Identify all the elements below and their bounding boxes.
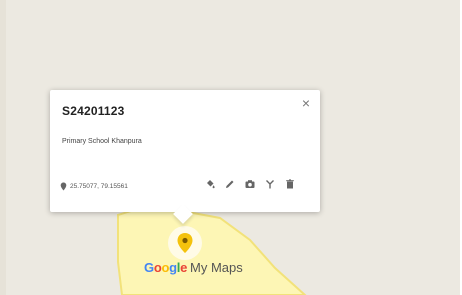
style-button[interactable] (203, 177, 217, 191)
popup-title: S24201123 (62, 104, 125, 118)
delete-button[interactable] (283, 177, 297, 191)
logo-letter: o (153, 260, 162, 275)
logo-letter: o (161, 260, 170, 275)
logo-letter: e (180, 260, 188, 275)
location-pin-icon (60, 182, 67, 191)
close-button[interactable]: × (302, 96, 310, 110)
logo-letter: g (169, 260, 177, 275)
coordinates-text: 25.75077, 79.15561 (70, 183, 128, 190)
paint-bucket-icon (207, 180, 215, 189)
logo-letter: G (144, 260, 154, 275)
map-canvas[interactable]: S24201123 × Primary School Khanpura 25.7… (0, 0, 460, 295)
edit-button[interactable] (223, 177, 237, 191)
google-my-maps-logo: Google My Maps (144, 260, 243, 275)
popup-description: Primary School Khanpura (62, 138, 142, 145)
coordinates-row: 25.75077, 79.15561 (60, 182, 128, 191)
camera-icon (245, 180, 255, 188)
directions-fork-icon (266, 180, 274, 189)
popup-actions (203, 177, 297, 191)
pencil-icon (226, 180, 234, 188)
product-name: My Maps (190, 260, 243, 275)
directions-button[interactable] (263, 177, 277, 191)
location-marker-icon[interactable] (176, 232, 194, 254)
info-popup: S24201123 × Primary School Khanpura 25.7… (50, 90, 320, 224)
add-photo-button[interactable] (243, 177, 257, 191)
area-polygon (117, 203, 307, 295)
trash-icon (286, 179, 294, 189)
